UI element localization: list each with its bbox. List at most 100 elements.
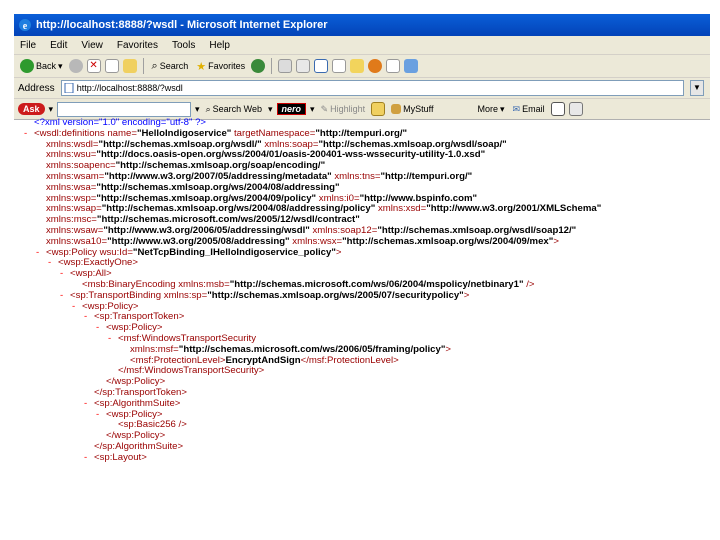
collapse-toggle-icon[interactable]: -	[60, 290, 70, 302]
menu-tools[interactable]: Tools	[172, 40, 195, 51]
more-button[interactable]: More ▾	[476, 100, 507, 118]
print-icon[interactable]	[296, 59, 311, 73]
back-button[interactable]: Back ▾	[18, 57, 65, 75]
xml-token: <wsdl:definitions name=	[34, 127, 137, 139]
stop-icon[interactable]: ✕	[86, 59, 101, 73]
xml-line: - <wsp:ExactlyOne>	[24, 257, 710, 269]
collapse-toggle-icon[interactable]: -	[60, 268, 70, 280]
xml-document-view: <?xml version="1.0" encoding="utf-8" ?> -…	[14, 118, 710, 522]
email-button[interactable]: ✉ Email	[511, 100, 547, 118]
collapse-toggle-icon[interactable]: -	[36, 247, 46, 259]
highlight-button[interactable]: ✎ Highlight	[319, 100, 368, 118]
svg-text:e: e	[23, 21, 28, 32]
xml-token: xmlns:wsu=	[46, 149, 97, 161]
mail-icon[interactable]	[278, 59, 293, 73]
xml-token: <sp:Layout>	[94, 451, 147, 463]
xml-token: </wsp:Policy>	[106, 376, 166, 388]
xml-token: </msf:WindowsTransportSecurity>	[118, 365, 265, 377]
xml-token: xmlns:soap12=	[309, 224, 378, 236]
print-page-icon[interactable]	[550, 102, 565, 116]
collapse-toggle-icon[interactable]: -	[108, 333, 118, 345]
xml-token: xmlns:msf=	[130, 343, 179, 355]
xml-token: "http://schemas.microsoft.com/ws/2005/12…	[96, 214, 360, 226]
collapse-toggle-icon[interactable]: -	[48, 258, 58, 269]
xml-token: "http://schemas.xmlsoap.org/ws/2004/08/a…	[101, 203, 376, 215]
nero-dropdown-icon[interactable]: ▾	[310, 104, 315, 115]
address-dropdown-button[interactable]: ▼	[690, 80, 704, 96]
collapse-toggle-icon[interactable]: -	[84, 312, 94, 323]
more-label: More	[477, 104, 499, 114]
media-icon[interactable]	[251, 59, 266, 73]
xml-token: <wsp:Policy>	[82, 300, 139, 312]
collapse-toggle-icon[interactable]: -	[24, 128, 34, 140]
xml-token: xmlns:i0=	[316, 192, 360, 204]
highlight-label: Highlight	[330, 104, 366, 114]
edit-icon[interactable]	[314, 59, 329, 73]
folder-icon[interactable]	[350, 59, 365, 73]
notepad-icon[interactable]	[371, 102, 386, 116]
menu-help[interactable]: Help	[209, 40, 230, 51]
messenger-icon[interactable]	[368, 59, 383, 73]
xml-token: xmlns:wsaw=	[46, 224, 104, 236]
nero-logo[interactable]: nero	[276, 103, 307, 115]
xml-token: xmlns:wsam=	[46, 170, 105, 182]
research-icon[interactable]	[386, 59, 401, 73]
collapse-toggle-icon[interactable]: -	[72, 301, 82, 313]
search-web-dropdown-icon[interactable]: ▾	[195, 104, 200, 115]
xml-token: EncryptAndSign	[225, 354, 301, 366]
menu-view[interactable]: View	[81, 40, 103, 51]
address-url: http://localhost:8888/?wsdl	[76, 83, 183, 93]
browser-window: e http://localhost:8888/?wsdl - Microsof…	[14, 14, 710, 522]
ask-search-input[interactable]	[57, 101, 192, 117]
search-web-button[interactable]: ⌕ Search Web	[204, 100, 264, 118]
xml-token: "http://schemas.xmlsoap.org/ws/2004/09/m…	[342, 235, 554, 247]
toolbar-separator	[142, 58, 144, 74]
refresh-icon[interactable]	[104, 59, 119, 73]
search-web-options-icon[interactable]: ▾	[268, 104, 273, 115]
xml-token: "http://schemas.xmlsoap.org/soap/encodin…	[115, 160, 326, 172]
xml-token: <msf:ProtectionLevel>	[130, 354, 226, 366]
xml-token: "http://www.bspinfo.com"	[359, 192, 478, 204]
home-icon[interactable]	[122, 59, 137, 73]
xml-token: "http://schemas.xmlsoap.org/ws/2004/09/p…	[96, 192, 317, 204]
collapse-toggle-icon[interactable]: -	[84, 452, 94, 464]
ask-dropdown-icon[interactable]: ▾	[49, 104, 54, 115]
collapse-toggle-icon[interactable]: -	[96, 322, 106, 334]
menu-file[interactable]: File	[20, 40, 36, 51]
menu-edit[interactable]: Edit	[50, 40, 67, 51]
search-button[interactable]: ⌕ Search	[150, 57, 191, 75]
xml-token: <sp:TransportToken>	[94, 311, 185, 323]
xml-token: xmlns:wsa10=	[46, 235, 108, 247]
xml-token: </msf:ProtectionLevel>	[300, 354, 399, 366]
settings-icon[interactable]	[568, 102, 583, 116]
xml-token: </sp:TransportToken>	[94, 386, 187, 398]
back-arrow-icon	[20, 59, 34, 73]
search-web-label: Search Web	[212, 104, 262, 114]
menu-favorites[interactable]: Favorites	[117, 40, 158, 51]
back-label: Back	[36, 61, 57, 71]
collapse-toggle-icon[interactable]: -	[96, 409, 106, 421]
xml-token: <sp:TransportBinding xmlns:sp=	[70, 289, 208, 301]
xml-token: "NetTcpBinding_IHelloIndigoservice_polic…	[132, 246, 336, 258]
highlight-icon: ✎	[320, 103, 329, 114]
bookmark-icon[interactable]	[404, 59, 419, 73]
xml-token: <wsp:Policy>	[106, 408, 163, 420]
mystuff-icon	[391, 104, 402, 114]
xml-line: - <sp:Layout>	[24, 451, 710, 464]
mystuff-button[interactable]: MyStuff	[389, 100, 435, 118]
xml-token: "http://tempuri.org/"	[380, 170, 473, 182]
discuss-icon[interactable]	[332, 59, 347, 73]
ask-logo[interactable]: Ask	[18, 103, 45, 115]
xml-token: "http://schemas.xmlsoap.org/ws/2004/08/a…	[96, 181, 340, 193]
more-dropdown-icon: ▾	[500, 103, 505, 114]
address-input[interactable]: http://localhost:8888/?wsdl	[60, 80, 684, 96]
xml-token: "http://tempuri.org/"	[315, 127, 408, 139]
window-title: http://localhost:8888/?wsdl - Microsoft …	[36, 19, 328, 31]
xml-token: <sp:Basic256 />	[118, 419, 187, 431]
page-icon	[64, 83, 74, 93]
favorites-button[interactable]: ★ Favorites	[194, 57, 247, 75]
forward-arrow-icon[interactable]	[68, 59, 83, 73]
xml-token: "HelloIndigoservice"	[136, 127, 232, 139]
collapse-toggle-icon[interactable]: -	[84, 398, 94, 410]
xml-token: >	[335, 246, 342, 258]
